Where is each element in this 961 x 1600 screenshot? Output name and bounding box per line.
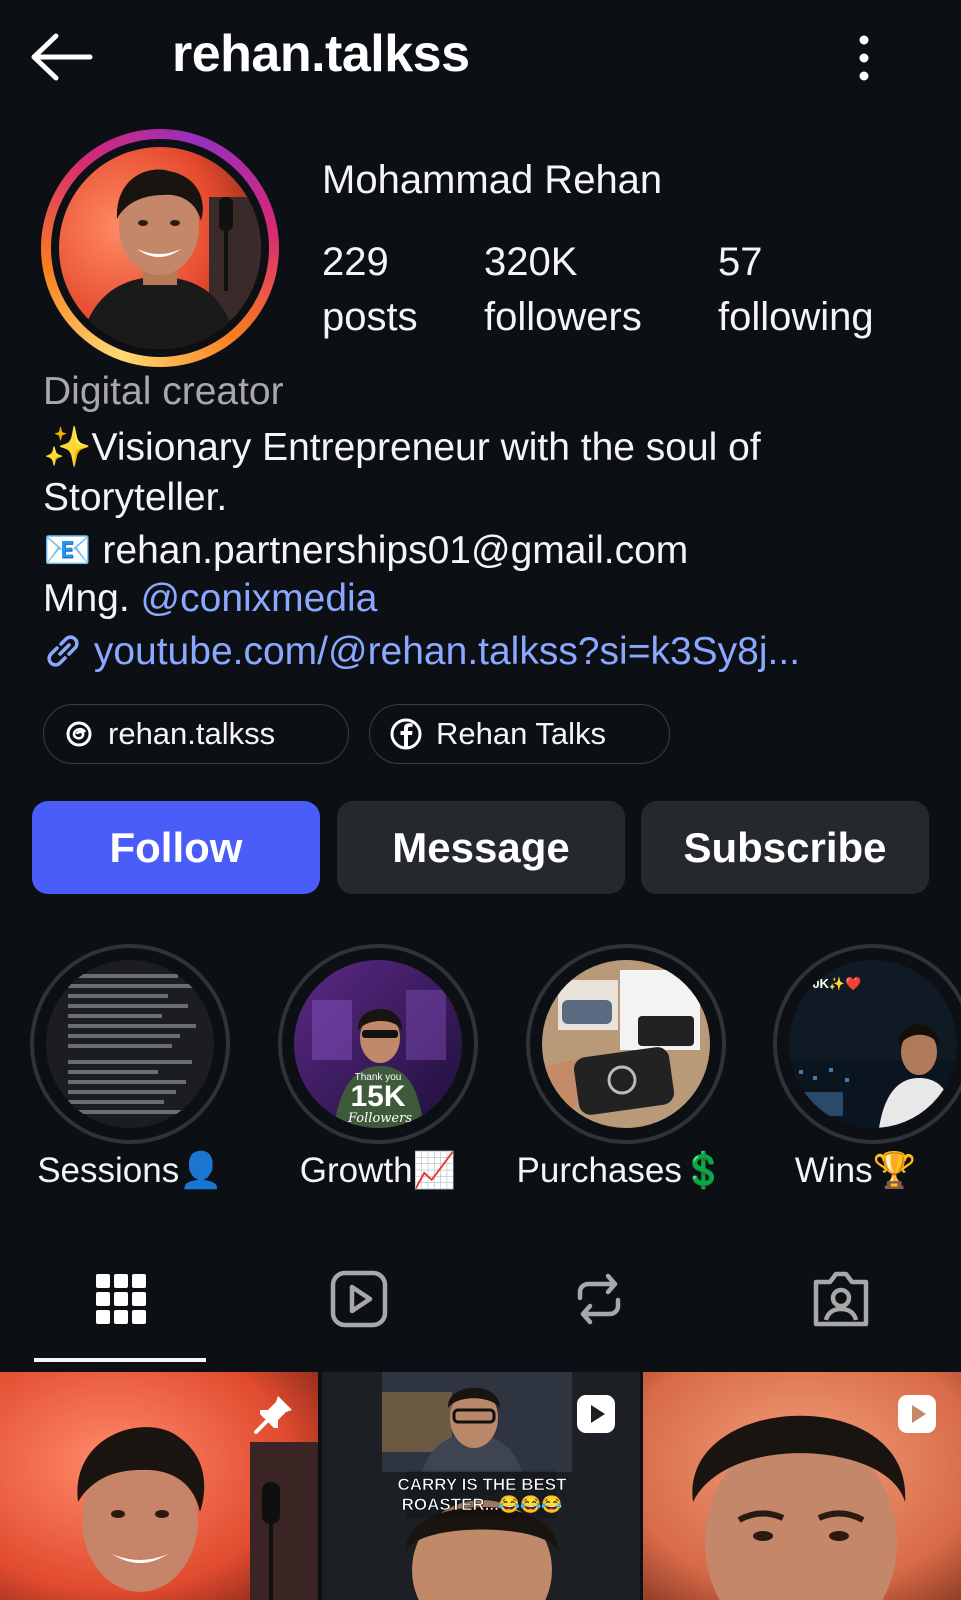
avatar[interactable] — [59, 147, 261, 349]
profile-category: Digital creator — [43, 370, 284, 413]
post-caption-line1: CARRY IS THE BEST — [397, 1475, 567, 1494]
pin-icon — [254, 1396, 292, 1434]
more-options-icon[interactable] — [852, 34, 876, 82]
threads-icon — [66, 721, 92, 747]
manager-prefix: Mng. — [43, 577, 130, 620]
reel-icon — [577, 1395, 615, 1433]
growth-followers-text: Followers — [347, 1111, 412, 1126]
stat-posts-count: 229 — [322, 240, 389, 284]
tagged-icon[interactable] — [810, 1268, 872, 1330]
post-thumbnail[interactable] — [643, 1372, 961, 1600]
highlight-growth[interactable]: Thank you 15K Followers — [278, 944, 478, 1144]
profile-full-name: Mohammad Rehan — [322, 158, 663, 202]
email-icon: 📧 — [43, 529, 92, 572]
message-button[interactable]: Message — [337, 801, 625, 894]
bio-line: Storyteller. — [43, 476, 228, 519]
manager-mention-link[interactable]: @conixmedia — [141, 577, 378, 620]
profile-username: rehan.talkss — [172, 25, 470, 83]
post-thumbnail[interactable]: CARRY IS THE BEST ROASTER...😂😂😂 — [322, 1372, 640, 1600]
stat-followers-count: 320K — [484, 240, 578, 284]
highlight-sessions-cover — [46, 960, 214, 1128]
wins-50k-text: 50K✨❤️ — [805, 976, 862, 991]
highlight-wins[interactable]: 50K✨❤️ — [773, 944, 961, 1144]
stat-followers[interactable]: 320K followers — [484, 235, 642, 345]
highlight-label-purchases: Purchases💲 — [516, 1151, 726, 1190]
link-icon — [47, 635, 79, 667]
reposts-icon[interactable] — [568, 1268, 630, 1330]
facebook-icon — [390, 718, 422, 750]
profile-link[interactable]: youtube.com/@rehan.talkss?si=k3Sy8j... — [43, 630, 800, 674]
highlight-label-wins: Wins🏆 — [794, 1151, 917, 1190]
stat-following-label: following — [718, 295, 874, 339]
subscribe-button[interactable]: Subscribe — [641, 801, 929, 894]
stat-following-count: 57 — [718, 240, 763, 284]
post-caption-line2: ROASTER...😂😂😂 — [402, 1495, 563, 1514]
bio-manager-line: Mng. @conixmedia — [43, 577, 377, 621]
highlight-purchases-cover — [542, 960, 710, 1128]
post-thumbnail[interactable] — [0, 1372, 318, 1600]
highlight-sessions[interactable] — [30, 944, 230, 1144]
threads-profile-pill[interactable]: rehan.talkss — [43, 704, 349, 764]
facebook-profile-pill[interactable]: Rehan Talks — [369, 704, 670, 764]
bio-line: ✨Visionary Entrepreneur with the soul of — [43, 426, 761, 469]
grid-icon[interactable] — [90, 1268, 152, 1330]
bio-email-line: 📧 rehan.partnerships01@gmail.com — [43, 527, 688, 573]
reel-icon — [898, 1395, 936, 1433]
highlight-label-growth: Growth📈 — [299, 1151, 457, 1190]
growth-15k-text: 15K — [350, 1080, 405, 1113]
active-tab-indicator — [34, 1358, 206, 1362]
highlight-purchases[interactable] — [526, 944, 726, 1144]
highlight-growth-cover: Thank you 15K Followers — [294, 960, 462, 1128]
facebook-pill-label: Rehan Talks — [436, 716, 607, 751]
highlight-label-sessions: Sessions👤 — [37, 1151, 223, 1190]
highlight-wins-cover: 50K✨❤️ — [789, 960, 957, 1128]
follow-button[interactable]: Follow — [32, 801, 320, 894]
threads-pill-label: rehan.talkss — [108, 716, 276, 751]
stat-posts-label: posts — [322, 295, 418, 339]
bio-email: rehan.partnerships01@gmail.com — [102, 529, 689, 572]
profile-link-text: youtube.com/@rehan.talkss?si=k3Sy8j... — [93, 630, 801, 673]
stat-following[interactable]: 57 following — [718, 235, 874, 345]
stat-posts[interactable]: 229 posts — [322, 235, 418, 345]
stat-followers-label: followers — [484, 295, 642, 339]
reels-icon[interactable] — [328, 1268, 390, 1330]
back-arrow-icon[interactable] — [30, 32, 94, 82]
